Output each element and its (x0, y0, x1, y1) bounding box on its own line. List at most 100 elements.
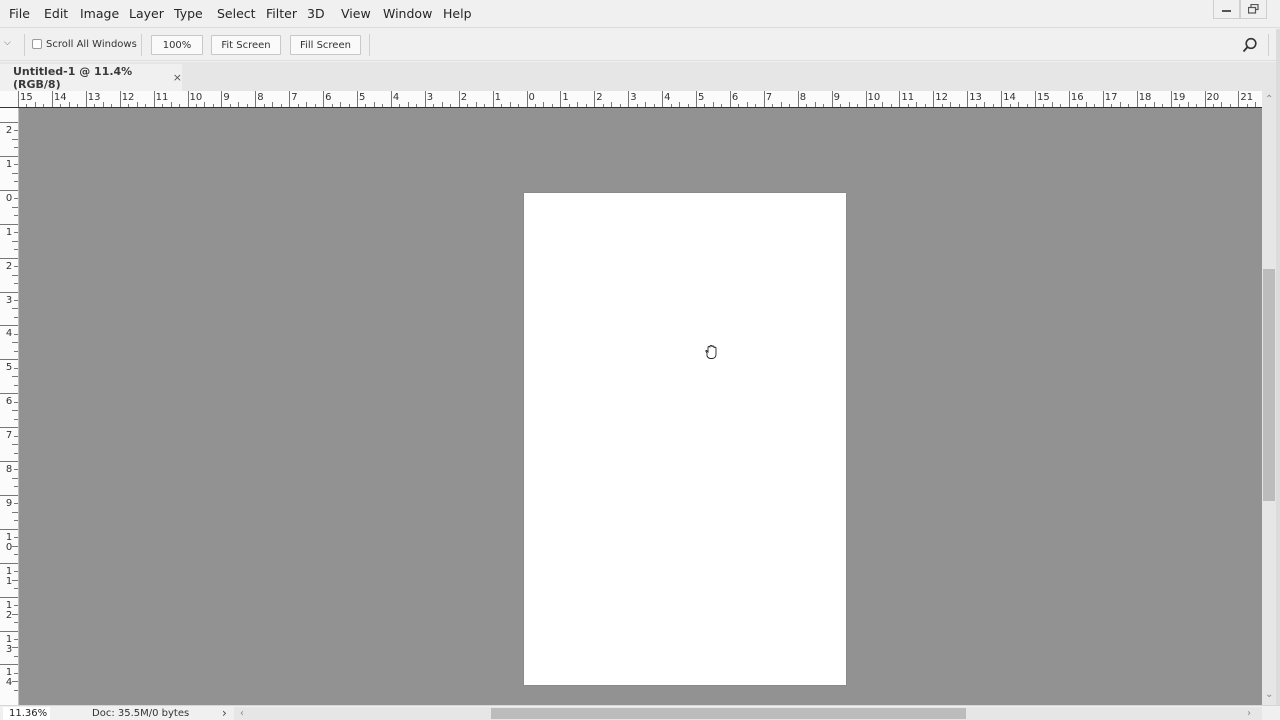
menu-file[interactable]: File (9, 6, 30, 21)
ruler-tick (1204, 91, 1206, 107)
ruler-tick (0, 122, 18, 123)
ruler-label: 7 (765, 92, 773, 103)
ruler-minor-tick (12, 579, 18, 581)
menu-select[interactable]: Select (217, 6, 256, 21)
horizontal-scrollbar[interactable]: ‹ › (234, 707, 1262, 720)
ruler-tick (560, 91, 562, 107)
ruler-tick (696, 91, 697, 107)
divider (1268, 34, 1269, 56)
ruler-label: 13 (87, 92, 101, 103)
ruler-label: 19 (1172, 92, 1186, 103)
ruler-tick (51, 91, 53, 107)
document-page[interactable] (524, 193, 846, 685)
ruler-label: 14 (1003, 92, 1016, 103)
document-tab-bar: Untitled-1 @ 11.4% (RGB/8) × (0, 62, 1280, 91)
ruler-tick (1170, 91, 1172, 107)
ruler-minor-tick (12, 444, 18, 446)
menu-view[interactable]: View (341, 6, 371, 21)
ruler-label: 13 (5, 633, 13, 655)
ruler-label: 15 (1037, 92, 1050, 103)
vertical-scroll-thumb[interactable] (1263, 269, 1275, 501)
menu-help[interactable]: Help (443, 6, 472, 21)
ruler-minor-tick (12, 376, 18, 378)
ruler-label: 20 (1206, 92, 1220, 103)
ruler-tick (255, 91, 257, 107)
ruler-tick (1102, 91, 1104, 107)
scroll-left-icon[interactable]: ‹ (240, 707, 244, 720)
ruler-label: 18 (1138, 92, 1152, 103)
ruler-label: 1 (5, 226, 13, 238)
scroll-right-icon[interactable]: › (1247, 707, 1251, 720)
ruler-minor-tick (12, 274, 18, 276)
ruler-label: 16 (1070, 92, 1084, 103)
ruler-label: 0 (528, 92, 535, 103)
minimize-button[interactable] (1213, 0, 1240, 19)
ruler-tick (153, 91, 155, 107)
menu-edit[interactable]: Edit (44, 6, 68, 21)
ruler-tick (323, 91, 325, 107)
ruler-label: 7 (5, 430, 13, 442)
ruler-minor-tick (12, 613, 18, 615)
ruler-label: 1 (5, 158, 13, 170)
ruler-tick (0, 291, 18, 293)
ruler-label: 3 (426, 92, 434, 103)
ruler-tick (797, 91, 799, 107)
fit-screen-button[interactable]: Fit Screen (211, 35, 281, 55)
menu-window[interactable]: Window (383, 6, 432, 21)
ruler-tick (0, 494, 18, 496)
scroll-all-windows-label[interactable]: Scroll All Windows (46, 39, 137, 50)
ruler-tick (1136, 91, 1138, 107)
menu-type[interactable]: Type (174, 6, 203, 21)
ruler-tick (831, 91, 833, 107)
scroll-down-icon[interactable]: ⌄ (1265, 688, 1273, 701)
close-tab-icon[interactable]: × (173, 71, 182, 84)
tool-preset-dropdown[interactable]: ⌵ (4, 38, 11, 48)
canvas-area[interactable] (19, 108, 1262, 705)
menu-3d[interactable]: 3D (307, 6, 325, 21)
ruler-tick (933, 91, 935, 107)
horizontal-ruler[interactable]: 15 14 13 12 11 10 9 8 7 6 5 4 3 2 1 0 1 2 3 4 5 6 7 8 9 10 11 12 13 1… (18, 91, 1262, 108)
ruler-label: 10 (5, 531, 13, 553)
scroll-up-icon[interactable]: ⌃ (1265, 93, 1273, 106)
ruler-label: 15 (20, 92, 33, 103)
ruler-minor-tick (12, 477, 18, 479)
ruler-origin[interactable] (0, 91, 18, 108)
document-tab[interactable]: Untitled-1 @ 11.4% (RGB/8) × (0, 64, 182, 91)
ruler-label: 8 (257, 92, 264, 103)
ruler-tick (187, 91, 189, 107)
ruler-tick (289, 91, 291, 107)
ruler-tick (899, 91, 901, 107)
vertical-scrollbar[interactable]: ⌃ ⌄ (1262, 91, 1276, 705)
fill-screen-button[interactable]: Fill Screen (290, 35, 361, 55)
ruler-label: 2 (5, 125, 13, 136)
ruler-tick (1238, 91, 1240, 107)
ruler-label: 7 (291, 92, 298, 103)
zoom-100-button[interactable]: 100% (151, 35, 203, 55)
ruler-minor-tick (12, 545, 18, 547)
restore-button[interactable] (1240, 0, 1267, 19)
zoom-level-field[interactable]: 11.36% (3, 707, 50, 720)
ruler-tick (0, 325, 18, 327)
ruler-tick (390, 91, 392, 107)
horizontal-scroll-thumb[interactable] (491, 708, 966, 719)
search-icon[interactable] (1242, 37, 1258, 53)
ruler-label: 9 (223, 92, 230, 103)
panel-edge (1276, 29, 1280, 720)
ruler-label: 12 (5, 599, 13, 621)
ruler-minor-tick (12, 681, 18, 683)
vertical-ruler[interactable]: 2101234567891011121314 (0, 108, 19, 705)
ruler-tick (0, 596, 18, 598)
ruler-tick (0, 562, 18, 564)
divider (24, 34, 25, 56)
ruler-label: 5 (5, 362, 13, 374)
document-tab-title: Untitled-1 @ 11.4% (RGB/8) (13, 64, 133, 91)
ruler-label: 8 (799, 92, 807, 103)
menu-image[interactable]: Image (80, 6, 119, 21)
ruler-tick (458, 91, 460, 107)
menu-layer[interactable]: Layer (129, 6, 164, 21)
menu-filter[interactable]: Filter (266, 6, 297, 21)
scroll-all-windows-checkbox[interactable] (32, 39, 42, 49)
ruler-label: 13 (969, 92, 982, 103)
ruler-tick (865, 91, 867, 107)
status-expand-icon[interactable]: › (222, 707, 227, 720)
